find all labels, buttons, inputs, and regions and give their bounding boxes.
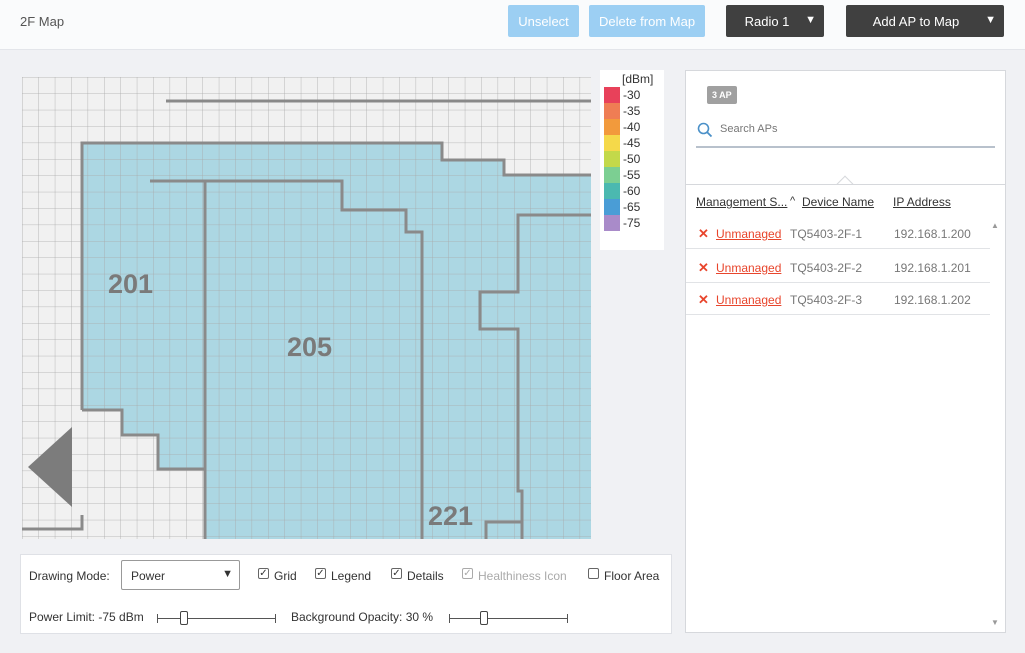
- room-label-221: 221: [428, 501, 473, 531]
- healthiness-icon-checkbox-label: Healthiness Icon: [478, 569, 567, 583]
- drawing-mode-select[interactable]: Power ▼: [121, 560, 240, 590]
- ap-status-link[interactable]: Unmanaged: [716, 227, 781, 241]
- ap-ip-address: 192.168.1.202: [894, 293, 971, 307]
- floor-map[interactable]: 201 205 221: [22, 77, 591, 539]
- floor-area-checkbox-label: Floor Area: [604, 569, 660, 583]
- unmanaged-x-icon: ✕: [698, 226, 709, 241]
- drawing-mode-label: Drawing Mode:: [29, 569, 110, 583]
- legend-swatch: [604, 135, 620, 151]
- legend-label: -30: [623, 88, 641, 102]
- legend-swatch: [604, 87, 620, 103]
- room-label-201: 201: [108, 269, 153, 299]
- legend-item: -55: [604, 167, 640, 183]
- caret-down-icon: ▼: [222, 568, 233, 580]
- legend-label: -45: [623, 136, 641, 150]
- room-label-205: 205: [287, 332, 332, 362]
- ap-ip-address: 192.168.1.201: [894, 261, 971, 275]
- legend-label: -65: [623, 200, 641, 214]
- legend-swatch: [604, 215, 620, 231]
- legend-label: -55: [623, 168, 641, 182]
- column-ip-address[interactable]: IP Address: [893, 195, 951, 209]
- unmanaged-x-icon: ✕: [698, 260, 709, 275]
- ap-table-header: Management S... ^ Device Name IP Address: [686, 184, 1005, 214]
- map-controls: Drawing Mode: Power ▼ ✓ Grid ✓ Legend ✓ …: [20, 554, 672, 634]
- legend-item: -35: [604, 103, 640, 119]
- ap-row[interactable]: ✕ Unmanaged TQ5403-2F-2 192.168.1.201: [686, 251, 990, 283]
- legend-label: -50: [623, 152, 641, 166]
- floor-map-canvas[interactable]: 201 205 221: [22, 77, 591, 539]
- ap-row[interactable]: ✕ Unmanaged TQ5403-2F-1 192.168.1.200: [686, 217, 990, 249]
- legend-label: -40: [623, 120, 641, 134]
- legend-item: -75: [604, 215, 640, 231]
- legend-swatch: [604, 119, 620, 135]
- legend-label: -75: [623, 216, 641, 230]
- caret-down-icon: ▼: [805, 14, 816, 26]
- legend-checkbox-label: Legend: [331, 569, 372, 583]
- details-checkbox-label: Details: [407, 569, 444, 583]
- legend-label: -60: [623, 184, 641, 198]
- background-opacity-slider-handle[interactable]: [480, 611, 489, 625]
- legend-swatch: [604, 103, 620, 119]
- background-opacity-label: Background Opacity: 30 %: [291, 610, 434, 624]
- ap-search-input[interactable]: [720, 123, 980, 135]
- grid-checkbox-label: Grid: [274, 569, 297, 583]
- delete-from-map-button[interactable]: Delete from Map: [589, 5, 705, 37]
- page-title: 2F Map: [20, 14, 65, 29]
- legend-checkbox[interactable]: ✓: [315, 568, 326, 579]
- signal-legend: [dBm] -30 -35 -40 -45 -50 -55 -60 -65 -75: [600, 70, 664, 250]
- legend-swatch: [604, 167, 620, 183]
- legend-item: -45: [604, 135, 640, 151]
- ap-search[interactable]: [696, 119, 995, 148]
- add-ap-to-map-button[interactable]: Add AP to Map ▼: [846, 5, 1004, 37]
- ap-device-name: TQ5403-2F-1: [790, 227, 863, 241]
- ap-row[interactable]: ✕ Unmanaged TQ5403-2F-3 192.168.1.202: [686, 283, 990, 315]
- top-bar: 2F Map Unselect Delete from Map Radio 1 …: [0, 0, 1025, 50]
- sort-ascending-icon: ^: [790, 195, 796, 207]
- ap-ip-address: 192.168.1.200: [894, 227, 971, 241]
- legend-label: -35: [623, 104, 641, 118]
- column-device-name[interactable]: Device Name: [802, 195, 874, 209]
- radio-select-label: Radio 1: [744, 13, 790, 29]
- caret-down-icon: ▼: [985, 14, 996, 26]
- details-checkbox[interactable]: ✓: [391, 568, 402, 579]
- legend-item: -65: [604, 199, 640, 215]
- unmanaged-x-icon: ✕: [698, 292, 709, 307]
- legend-unit: [dBm]: [622, 72, 654, 86]
- radio-select-button[interactable]: Radio 1 ▼: [726, 5, 824, 37]
- legend-item: -50: [604, 151, 640, 167]
- add-ap-label: Add AP to Map: [872, 13, 960, 29]
- unselect-button[interactable]: Unselect: [508, 5, 579, 37]
- map-grid: [22, 77, 591, 539]
- ap-device-name: TQ5403-2F-2: [790, 261, 863, 275]
- power-limit-label: Power Limit: -75 dBm: [29, 610, 144, 624]
- ap-list-panel: 3 AP Management S... ^ Device Name IP Ad…: [685, 70, 1006, 633]
- search-icon: [697, 122, 713, 138]
- column-management-status[interactable]: Management S...: [696, 195, 787, 209]
- healthiness-icon-checkbox[interactable]: ✓: [462, 568, 473, 579]
- legend-item: -40: [604, 119, 640, 135]
- legend-swatch: [604, 199, 620, 215]
- ap-device-name: TQ5403-2F-3: [790, 293, 863, 307]
- scroll-up-icon[interactable]: ▲: [991, 221, 999, 230]
- drawing-mode-value: Power: [131, 569, 166, 583]
- legend-swatch: [604, 183, 620, 199]
- grid-checkbox[interactable]: ✓: [258, 568, 269, 579]
- legend-item: -30: [604, 87, 640, 103]
- legend-swatch: [604, 151, 620, 167]
- ap-count-badge: 3 AP: [707, 86, 737, 104]
- floor-area-checkbox[interactable]: [588, 568, 599, 579]
- ap-status-link[interactable]: Unmanaged: [716, 293, 781, 307]
- scroll-down-icon[interactable]: ▼: [991, 618, 999, 627]
- ap-status-link[interactable]: Unmanaged: [716, 261, 781, 275]
- legend-item: -60: [604, 183, 640, 199]
- power-limit-slider-handle[interactable]: [180, 611, 189, 625]
